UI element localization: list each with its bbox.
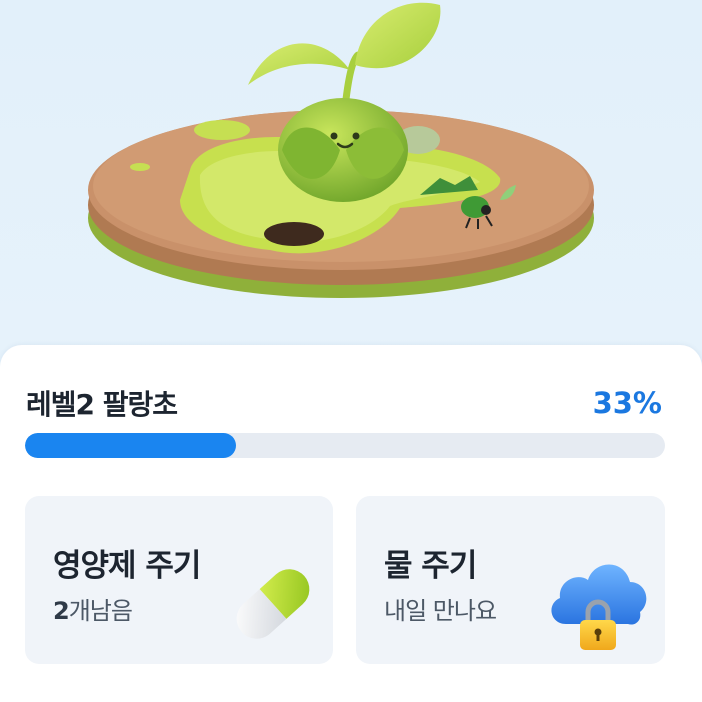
level-title: 레벨2 팔랑초 xyxy=(26,388,178,421)
nutrient-title: 영양제 주기 xyxy=(53,548,201,584)
plant-scene xyxy=(0,0,702,350)
level-progress-bar xyxy=(25,433,665,458)
nutrient-count: 2 xyxy=(53,597,70,625)
level-progress-fill xyxy=(25,433,237,458)
nutrient-remaining-label: 개남음 xyxy=(68,597,133,625)
hole xyxy=(264,222,324,246)
locked-cloud-icon xyxy=(551,564,647,650)
give-water-button[interactable]: 물 주기 내일 만나요 xyxy=(356,496,665,664)
pill-icon xyxy=(236,569,310,639)
nutrient-remaining: 2개남음 xyxy=(53,591,133,626)
plant-illustration xyxy=(88,2,594,298)
level-row: 레벨2 팔랑초 33% xyxy=(26,383,662,423)
level-percent: 33% xyxy=(592,386,662,420)
water-next-available: 내일 만나요 xyxy=(384,597,497,625)
plant-status-card: 레벨2 팔랑초 33% 영양제 주기 2개남음 물 주기 내일 만나요 xyxy=(0,345,702,702)
water-title: 물 주기 xyxy=(384,548,477,584)
give-nutrient-button[interactable]: 영양제 주기 2개남음 xyxy=(25,496,333,664)
